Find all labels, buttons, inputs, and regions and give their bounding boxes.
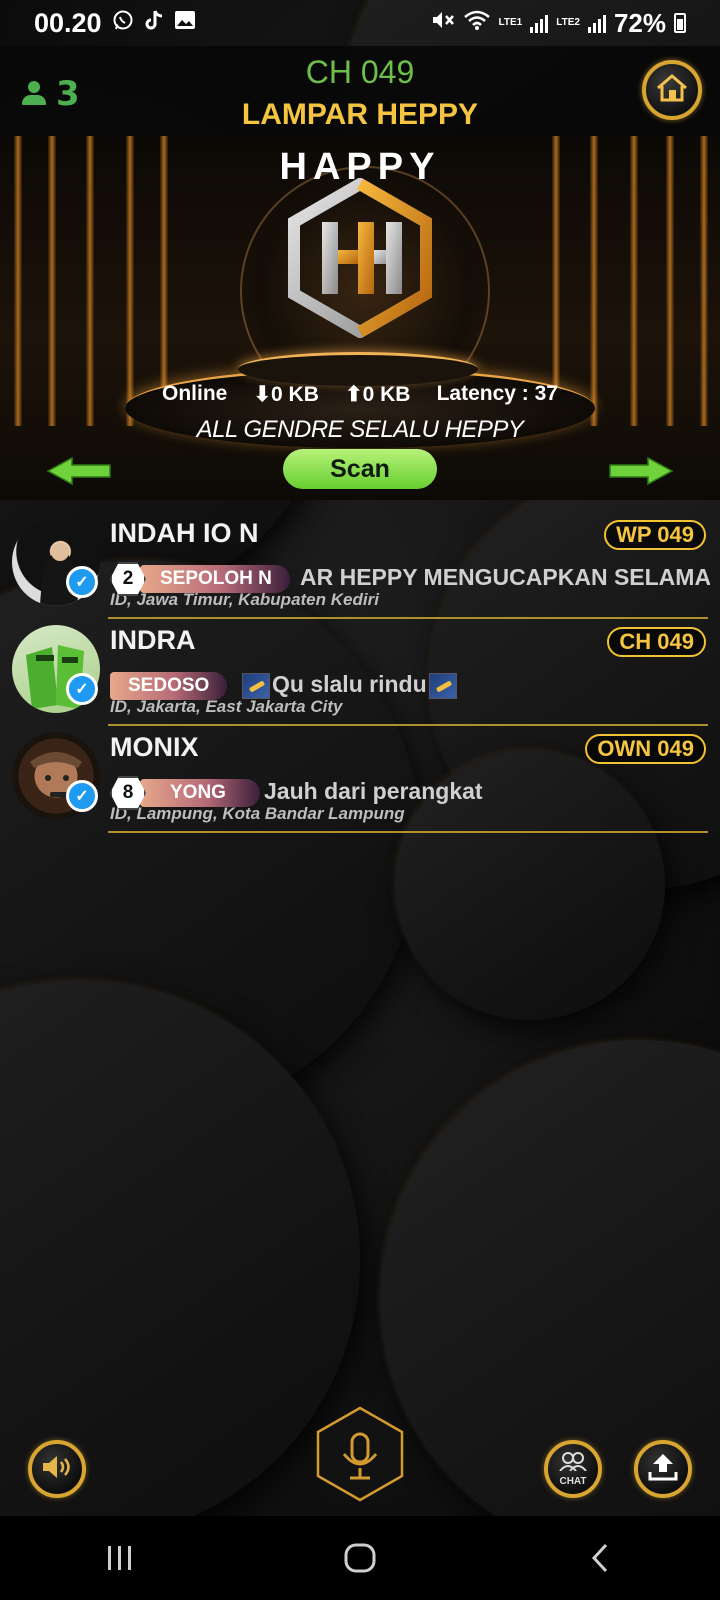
wifi-icon	[463, 9, 491, 37]
nickname-tag: SEDOSO	[110, 672, 228, 700]
speaker-icon	[41, 1453, 73, 1486]
room-name: LAMPAR HEPPY	[241, 98, 479, 131]
signal-icon	[587, 13, 606, 33]
whatsapp-icon	[112, 9, 134, 37]
arrow-right-icon[interactable]	[608, 456, 674, 486]
arrow-left-icon[interactable]	[46, 456, 112, 486]
list-item[interactable]: ✓ INDRA CH 049 SEDOSO Qu slalu rindu ID,…	[0, 619, 720, 726]
download-stat: ⬇0 KB	[253, 382, 319, 406]
recent-apps-icon	[108, 1546, 131, 1570]
upload-icon	[647, 1452, 679, 1487]
upload-button[interactable]	[634, 1440, 692, 1498]
verified-check-icon: ✓	[66, 673, 98, 705]
row-divider	[108, 831, 708, 833]
chat-users-icon	[558, 1451, 588, 1476]
home-nav-button[interactable]	[330, 1528, 390, 1588]
hh-logo-icon	[288, 178, 432, 338]
nickname-tag: SEPOLOH N	[140, 565, 290, 593]
latency-stat: Latency : 37	[436, 382, 558, 405]
user-name: MONIX	[110, 732, 199, 762]
scan-button[interactable]: Scan	[283, 449, 437, 489]
status-bar: 00.20 LTE1 LTE2 72%	[0, 0, 720, 46]
role-badge: OWN 049	[585, 734, 706, 764]
signal-icon	[530, 13, 549, 33]
sim1-label: LTE1	[498, 17, 523, 28]
status-message: AR HEPPY MENGUCAPKAN SELAMA	[300, 564, 710, 590]
arrow-up-icon: ⬆	[345, 382, 363, 406]
microphone-button[interactable]	[314, 1406, 406, 1502]
room-banner: HAPPY Online ⬇0 KB ⬆0 KB Latency : 37 AL…	[0, 136, 720, 500]
home-nav-icon	[344, 1543, 376, 1573]
home-button[interactable]	[642, 60, 702, 120]
role-badge: WP 049	[604, 520, 706, 550]
online-label: Online	[162, 382, 228, 405]
room-tagline: ALL GENDRE SELALU HEPPY	[196, 416, 524, 443]
chat-button[interactable]: CHAT	[544, 1440, 602, 1498]
location-text: ID, Jakarta, East Jakarta City	[110, 697, 343, 716]
arrow-down-icon: ⬇	[253, 382, 272, 406]
gallery-icon	[174, 10, 196, 36]
recent-apps-button[interactable]	[90, 1528, 150, 1588]
list-item[interactable]: ✓ MONIX OWN 049 8 YONG Jauh dari perangk…	[0, 726, 720, 833]
upload-stat: ⬆0 KB	[345, 382, 411, 406]
location-text: ID, Jawa Timur, Kabupaten Kediri	[110, 590, 379, 609]
user-name: INDAH IO N	[110, 518, 259, 548]
nickname-tag: YONG	[140, 779, 260, 807]
sim2-label: LTE2	[556, 17, 580, 28]
system-nav-bar	[0, 1516, 720, 1600]
verified-check-icon: ✓	[66, 780, 98, 812]
tiktok-icon	[144, 9, 164, 37]
room-header: 3 CH 049 LAMPAR HEPPY	[0, 46, 720, 136]
clock: 00.20	[34, 7, 102, 38]
channel-title: CH 049	[305, 54, 415, 90]
back-button[interactable]	[570, 1528, 630, 1588]
battery-icon	[674, 13, 686, 33]
battery-percent: 72%	[613, 7, 666, 38]
location-text: ID, Lampung, Kota Bandar Lampung	[110, 804, 405, 823]
verified-check-icon: ✓	[66, 566, 98, 598]
back-icon	[591, 1543, 608, 1573]
rocket-emoji-icon	[428, 672, 457, 699]
speaker-button[interactable]	[28, 1440, 86, 1498]
user-name: INDRA	[110, 625, 196, 655]
status-message: Jauh dari perangkat	[264, 778, 483, 804]
connection-stats: Online ⬇0 KB ⬆0 KB Latency : 37	[140, 376, 580, 412]
list-item[interactable]: ✓ INDAH IO N WP 049 2 SEPOLOH N AR HEPPY…	[0, 512, 720, 619]
status-message: Qu slalu rindu	[240, 671, 710, 699]
rocket-emoji-icon	[242, 672, 270, 699]
mute-icon	[431, 9, 455, 37]
user-list: ✓ INDAH IO N WP 049 2 SEPOLOH N AR HEPPY…	[0, 512, 720, 833]
chat-label: CHAT	[559, 1476, 587, 1487]
home-icon	[655, 73, 689, 108]
role-badge: CH 049	[607, 627, 706, 657]
